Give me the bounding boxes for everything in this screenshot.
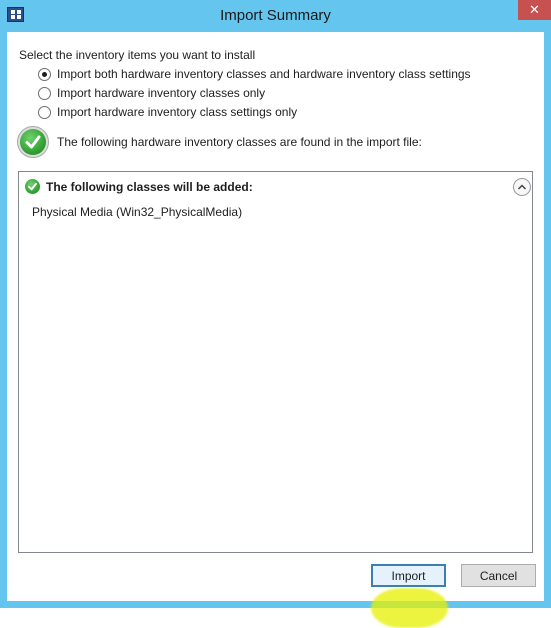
window-title: Import Summary: [220, 7, 331, 24]
close-button[interactable]: ✕: [518, 0, 551, 20]
section-header-label: The following classes will be added:: [46, 179, 253, 194]
status-text: The following hardware inventory classes…: [57, 135, 422, 149]
cancel-button[interactable]: Cancel: [461, 564, 536, 587]
green-check-icon: [17, 126, 49, 158]
import-results-panel[interactable]: The following classes will be added: Phy…: [18, 171, 533, 553]
radio-label: Import both hardware inventory classes a…: [57, 67, 471, 81]
radio-button-selected[interactable]: [38, 67, 51, 81]
chevron-up-icon: [517, 184, 527, 190]
radio-button[interactable]: [38, 86, 51, 100]
status-row: The following hardware inventory classes…: [17, 126, 422, 158]
highlight-mark: [371, 588, 448, 628]
radio-import-both[interactable]: Import both hardware inventory classes a…: [38, 66, 471, 82]
check-icon: [25, 179, 40, 194]
import-button[interactable]: Import: [371, 564, 446, 587]
section-header: The following classes will be added:: [25, 179, 253, 194]
radio-import-settings-only[interactable]: Import hardware inventory class settings…: [38, 104, 297, 120]
collapse-button[interactable]: [513, 178, 531, 196]
dialog-body: Select the inventory items you want to i…: [7, 32, 544, 628]
radio-import-classes-only[interactable]: Import hardware inventory classes only: [38, 85, 265, 101]
list-item: Physical Media (Win32_PhysicalMedia): [32, 205, 243, 219]
radio-label: Import hardware inventory class settings…: [57, 105, 298, 119]
import-summary-window: Import Summary ✕ Select the inventory it…: [0, 0, 551, 628]
radio-button[interactable]: [38, 105, 51, 119]
title-bar[interactable]: Import Summary ✕: [0, 0, 551, 32]
instruction-label: Select the inventory items you want to i…: [19, 48, 256, 62]
radio-label: Import hardware inventory classes only: [57, 86, 266, 100]
